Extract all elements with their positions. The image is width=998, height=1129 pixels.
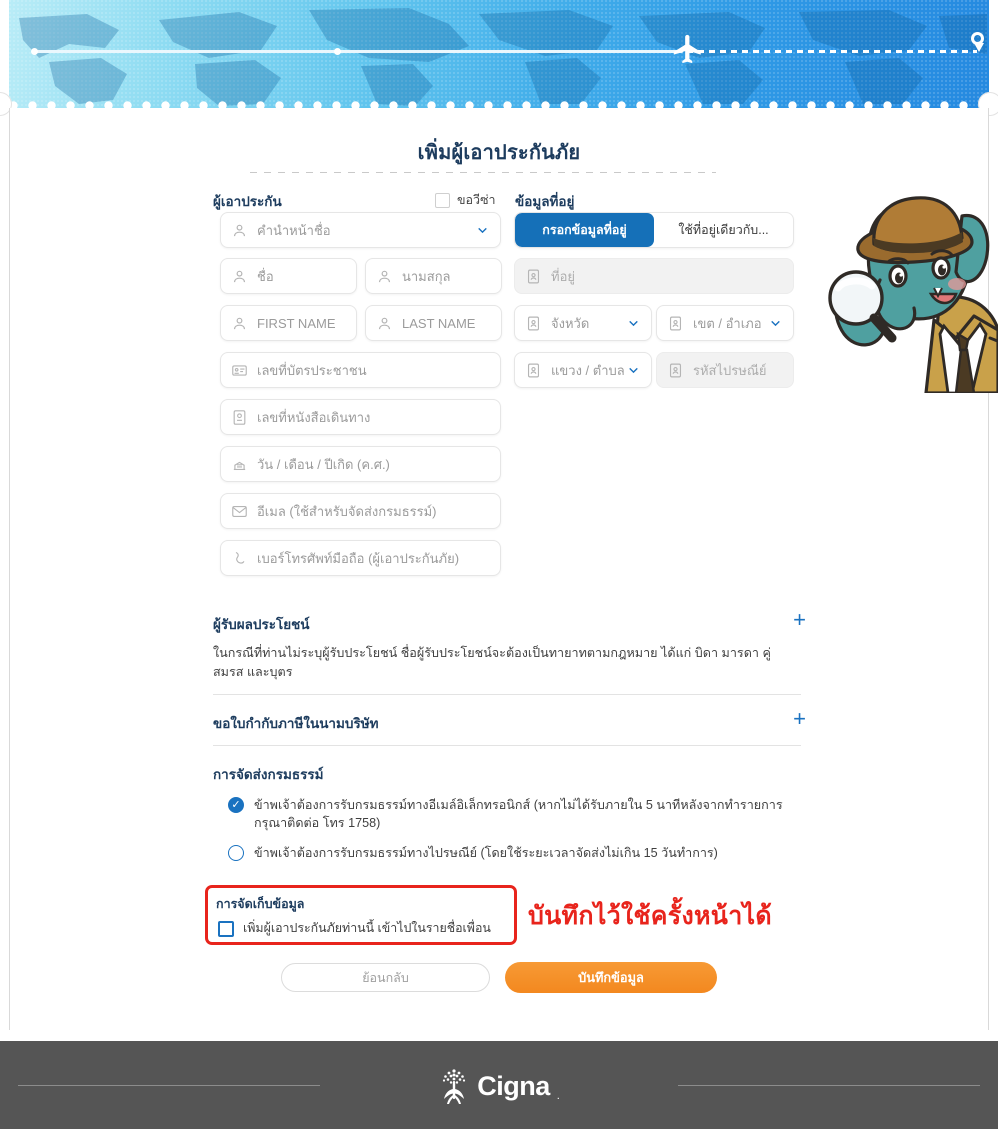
- visa-checkbox-label: ขอวีซ่า: [457, 193, 496, 207]
- birth-date-placeholder: วัน / เดือน / ปีเกิด (ค.ศ.): [257, 456, 390, 472]
- passport-icon: [231, 409, 248, 426]
- address-section-label: ข้อมูลที่อยู่: [515, 194, 575, 209]
- page-title: เพิ่มผู้เอาประกันภัย: [417, 142, 581, 164]
- world-map-continents: [9, 0, 989, 108]
- passport-placeholder: เลขที่หนังสือเดินทาง: [257, 409, 371, 425]
- address-book-icon: [525, 315, 542, 332]
- address-mode-tabs[interactable]: กรอกข้อมูลที่อยู่ ใช้ที่อยู่เดียวกับ...: [514, 212, 794, 248]
- delivery-option-post[interactable]: ข้าพเจ้าต้องการรับกรมธรรม์ทางไปรษณีย์ (โ…: [213, 844, 801, 862]
- address-book-icon: [667, 315, 684, 332]
- annotation-text: บันทึกไว้ใช้ครั้งหน้าได้: [528, 902, 772, 930]
- person-icon: [231, 222, 248, 239]
- chevron-down-icon: [627, 317, 640, 330]
- beneficiary-title: ผู้รับผลประโยชน์: [213, 617, 310, 632]
- tree-of-life-icon: [438, 1065, 470, 1107]
- id-card-icon: [231, 362, 248, 379]
- first-name-th-placeholder: ชื่อ: [257, 268, 274, 284]
- beneficiary-divider: [213, 694, 801, 695]
- person-icon: [231, 315, 248, 332]
- hero-banner: [9, 0, 989, 108]
- person-icon: [376, 315, 393, 332]
- district-placeholder: เขต / อำเภอ: [693, 315, 762, 331]
- delivery-title: การจัดส่งกรมธรรม์: [213, 767, 324, 782]
- address-book-icon: [667, 362, 684, 379]
- last-name-th-input[interactable]: นามสกุล: [365, 258, 502, 294]
- district-select[interactable]: เขต / อำเภอ: [656, 305, 794, 341]
- tax-invoice-expand-button[interactable]: +: [793, 708, 806, 730]
- back-button[interactable]: ย้อนกลับ: [281, 963, 490, 992]
- delivery-option-email[interactable]: ข้าพเจ้าต้องการรับกรมธรรม์ทางอีเมล์อิเล็…: [213, 796, 801, 833]
- insured-section-label: ผู้เอาประกัน: [213, 194, 282, 209]
- phone-icon: [231, 550, 248, 567]
- storage-checkbox-row[interactable]: เพิ่มผู้เอาประกันภัยท่านนี้ เข้าไปในรายช…: [218, 919, 491, 938]
- tax-invoice-title: ขอใบกำกับภาษีในนามบริษัท: [213, 716, 379, 731]
- first-name-th-input[interactable]: ชื่อ: [220, 258, 357, 294]
- envelope-icon: [231, 503, 248, 520]
- id-card-input[interactable]: เลขที่บัตรประชาชน: [220, 352, 501, 388]
- save-button[interactable]: บันทึกข้อมูล: [505, 962, 717, 993]
- address-input[interactable]: ที่อยู่: [514, 258, 794, 294]
- visa-checkbox-row[interactable]: ขอวีซ่า: [435, 190, 496, 210]
- last-name-th-placeholder: นามสกุล: [402, 268, 451, 284]
- visa-checkbox[interactable]: [435, 192, 450, 208]
- route-node-waypoint: [334, 48, 341, 55]
- tax-invoice-section: ขอใบกำกับภาษีในนามบริษัท +: [213, 708, 806, 734]
- title-prefix-placeholder: คำนำหน้าชื่อ: [257, 222, 331, 238]
- tax-invoice-divider: [213, 745, 801, 746]
- email-placeholder: อีเมล (ใช้สำหรับจัดส่งกรมธรรม์): [257, 503, 437, 519]
- mobile-placeholder: เบอร์โทรศัพท์มือถือ (ผู้เอาประกันภัย): [257, 550, 460, 566]
- flight-path-dashed: [687, 50, 977, 53]
- beneficiary-expand-button[interactable]: +: [793, 609, 806, 631]
- address-book-icon: [525, 268, 542, 285]
- address-placeholder: ที่อยู่: [551, 268, 575, 284]
- chevron-down-icon: [627, 364, 640, 377]
- email-input[interactable]: อีเมล (ใช้สำหรับจัดส่งกรมธรรม์): [220, 493, 501, 529]
- postcode-placeholder: รหัสไปรษณีย์: [693, 362, 767, 378]
- delivery-option-email-label: ข้าพเจ้าต้องการรับกรมธรรม์ทางอีเมล์อิเล็…: [254, 798, 783, 831]
- storage-section-title: การจัดเก็บข้อมูล: [216, 897, 305, 911]
- page-root: เพิ่มผู้เอาประกันภัย ผู้เอาประกัน ขอวีซ่…: [0, 0, 998, 1129]
- subdistrict-placeholder: แขวง / ตำบล: [551, 362, 625, 378]
- title-prefix-select[interactable]: คำนำหน้าชื่อ: [220, 212, 501, 248]
- radio-post[interactable]: [228, 844, 244, 861]
- calendar-icon: [231, 456, 248, 473]
- beneficiary-section: ผู้รับผลประโยชน์ + ในกรณีที่ท่านไม่ระบุผ…: [213, 609, 806, 682]
- province-placeholder: จังหวัด: [551, 315, 590, 331]
- map-pin-icon: [971, 32, 987, 56]
- delivery-option-post-label: ข้าพเจ้าต้องการรับกรมธรรม์ทางไปรษณีย์ (โ…: [254, 845, 718, 860]
- tab-enter-address[interactable]: กรอกข้อมูลที่อยู่: [515, 213, 654, 247]
- route-node-origin: [31, 48, 38, 55]
- tab-same-address[interactable]: ใช้ที่อยู่เดียวกับ...: [654, 213, 793, 247]
- last-name-en-input[interactable]: LAST NAME: [365, 305, 502, 341]
- subdistrict-select[interactable]: แขวง / ตำบล: [514, 352, 652, 388]
- chevron-down-icon: [476, 224, 489, 237]
- postcode-input[interactable]: รหัสไปรษณีย์: [656, 352, 794, 388]
- province-select[interactable]: จังหวัด: [514, 305, 652, 341]
- delivery-section: การจัดส่งกรมธรรม์ ข้าพเจ้าต้องการรับกรมธ…: [213, 763, 801, 862]
- beneficiary-description: ในกรณีที่ท่านไม่ระบุผู้รับประโยชน์ ชื่อผ…: [213, 646, 771, 679]
- birth-date-input[interactable]: วัน / เดือน / ปีเกิด (ค.ศ.): [220, 446, 501, 482]
- passport-input[interactable]: เลขที่หนังสือเดินทาง: [220, 399, 501, 435]
- cigna-wordmark: Cigna: [477, 1070, 550, 1101]
- site-footer: Cigna .: [0, 1041, 998, 1129]
- mobile-input[interactable]: เบอร์โทรศัพท์มือถือ (ผู้เอาประกันภัย): [220, 540, 501, 576]
- airplane-icon: [671, 32, 705, 72]
- elephant-detective-mascot: [822, 188, 998, 393]
- first-name-en-placeholder: FIRST NAME: [257, 315, 336, 331]
- chevron-down-icon: [769, 317, 782, 330]
- registered-mark: .: [556, 1090, 560, 1102]
- first-name-en-input[interactable]: FIRST NAME: [220, 305, 357, 341]
- last-name-en-placeholder: LAST NAME: [402, 315, 476, 331]
- title-divider: [250, 172, 716, 173]
- storage-checkbox[interactable]: [218, 920, 234, 937]
- address-book-icon: [525, 362, 542, 379]
- radio-email-selected[interactable]: [228, 797, 244, 813]
- storage-checkbox-label: เพิ่มผู้เอาประกันภัยท่านนี้ เข้าไปในรายช…: [243, 921, 491, 935]
- person-icon: [376, 268, 393, 285]
- person-icon: [231, 268, 248, 285]
- flight-path-solid: [33, 50, 683, 53]
- id-card-placeholder: เลขที่บัตรประชาชน: [257, 362, 367, 378]
- cigna-logo: Cigna .: [0, 1065, 998, 1107]
